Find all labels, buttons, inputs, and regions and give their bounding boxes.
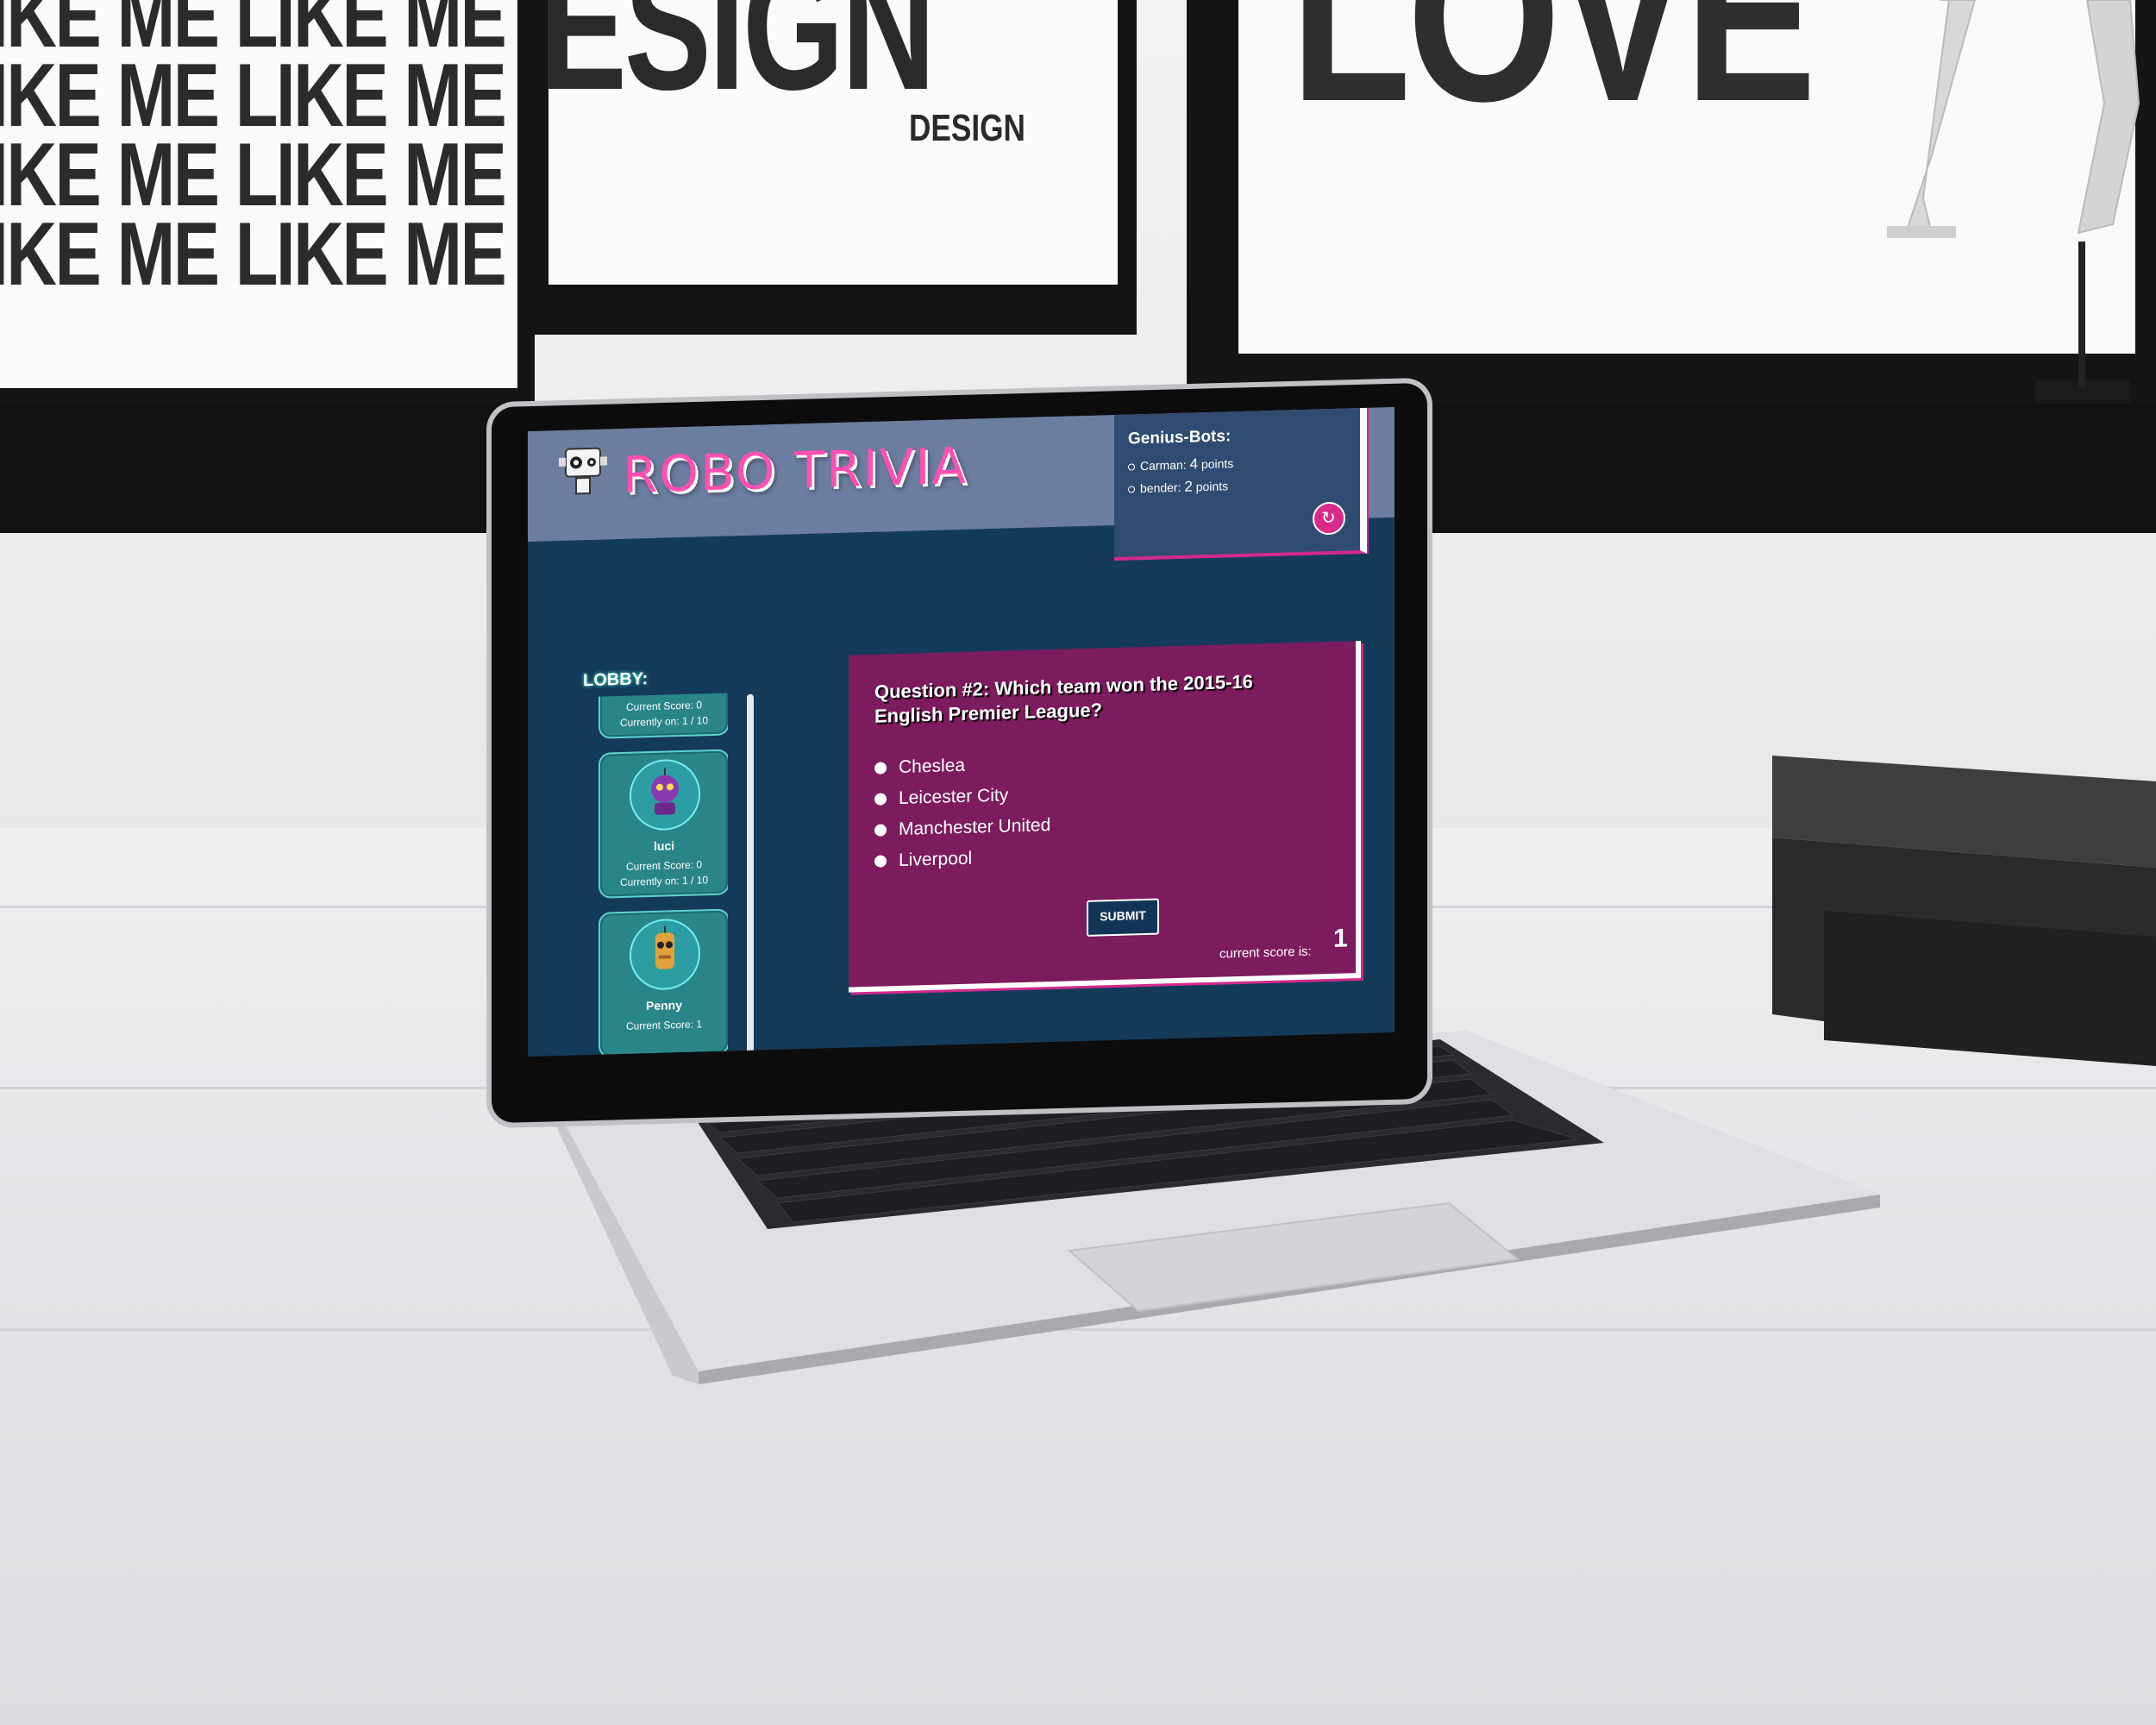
refresh-icon: ↻ <box>1321 508 1336 529</box>
leaderboard-list: Carman: 4 points bender: 2 points <box>1128 455 1233 502</box>
player-name: luci <box>653 838 675 853</box>
answer-options: Cheslea Leicester City Manchester United… <box>874 753 1050 882</box>
robot-avatar-icon <box>655 925 674 969</box>
robot-logo-icon <box>559 447 607 495</box>
lobby-list[interactable]: Current Score: 0 Currently on: 1 / 10 lu… <box>590 693 728 1057</box>
leaderboard-entry: bender: 2 points <box>1128 477 1233 497</box>
leaderboard-entry-name: Carman: <box>1140 457 1187 474</box>
lobby-label: LOBBY: <box>583 669 649 691</box>
figurine-decoration <box>1887 0 2140 405</box>
player-progress: Currently on: 1 / 10 <box>619 714 709 730</box>
poster-right-big-text: LOVE <box>1290 0 1816 152</box>
player-score: Current Score: 0 <box>625 858 703 873</box>
app-screen: ROBO TRIVIA Genius-Bots: Carman: 4 point… <box>528 406 1395 1057</box>
leaderboard-entry-unit: points <box>1200 456 1234 472</box>
player-avatar <box>630 918 700 991</box>
leaderboard-entry-name: bender: <box>1140 480 1181 496</box>
app-title: ROBO TRIVIA <box>623 436 968 505</box>
poster-middle: ESIGN DESIGN <box>548 0 1118 285</box>
answer-label: Manchester United <box>899 815 1051 839</box>
leaderboard-panel: Genius-Bots: Carman: 4 points bender: 2 … <box>1114 407 1367 561</box>
refresh-button[interactable]: ↻ <box>1314 503 1344 534</box>
answer-label: Cheslea <box>899 755 966 777</box>
submit-button[interactable]: SUBMIT <box>1087 898 1159 937</box>
answer-option[interactable]: Leicester City <box>874 784 1050 810</box>
lobby-player-card: Penny Current Score: 1 <box>599 908 728 1057</box>
lobby-scrollbar[interactable] <box>747 693 754 1057</box>
leaderboard-title: Genius-Bots: <box>1128 427 1232 448</box>
bullet-icon <box>1128 463 1135 471</box>
lobby-player-card: Current Score: 0 Currently on: 1 / 10 <box>599 693 728 739</box>
radio-button[interactable] <box>874 762 887 775</box>
answer-label: Liverpool <box>899 848 973 870</box>
black-box <box>1772 756 2156 1066</box>
leaderboard-entry-points: 4 <box>1189 455 1199 473</box>
leaderboard-entry: Carman: 4 points <box>1128 455 1233 474</box>
poster-middle-big-text: ESIGN <box>548 0 936 128</box>
player-score: Current Score: 1 <box>625 1018 703 1032</box>
player-avatar <box>630 758 700 831</box>
question-panel: Question #2: Which team won the 2015-16 … <box>849 641 1361 993</box>
answer-label: Leicester City <box>899 785 1009 808</box>
poster-left-line: LIKE ME LIKE ME <box>0 204 507 304</box>
answer-option[interactable]: Liverpool <box>874 846 1050 872</box>
bullet-icon <box>1128 486 1135 493</box>
leaderboard-entry-unit: points <box>1195 479 1229 494</box>
poster-left: LIKE ME LIKE ME LIKE ME LIKE ME LIKE ME … <box>0 0 517 388</box>
radio-button[interactable] <box>874 855 887 868</box>
current-score-value: 1 <box>1333 924 1348 953</box>
answer-option[interactable]: Manchester United <box>874 815 1050 841</box>
current-score-label: current score is: <box>1219 944 1312 962</box>
radio-button[interactable] <box>874 793 887 806</box>
player-score: Current Score: 0 <box>625 699 703 713</box>
answer-option[interactable]: Cheslea <box>874 753 1050 779</box>
robot-avatar-icon <box>651 768 679 815</box>
leaderboard-entry-points: 2 <box>1184 478 1193 495</box>
player-progress: Currently on: 1 / 10 <box>619 874 709 889</box>
poster-middle-small-text: DESIGN <box>909 107 1025 149</box>
lobby-player-card: luci Current Score: 0 Currently on: 1 / … <box>599 749 728 899</box>
radio-button[interactable] <box>874 824 887 837</box>
question-text: Question #2: Which team won the 2015-16 … <box>874 670 1253 727</box>
player-name: Penny <box>645 998 682 1013</box>
